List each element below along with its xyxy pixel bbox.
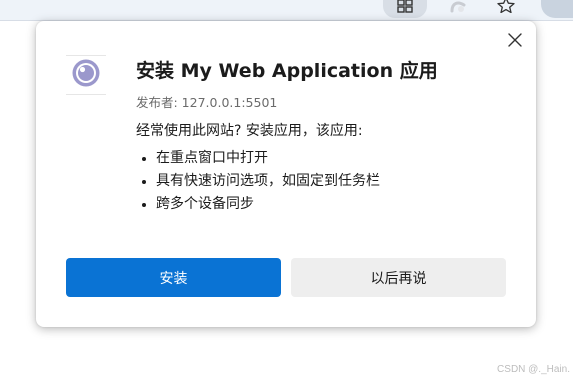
profile-area[interactable] — [541, 0, 573, 18]
bullet-icon — [142, 202, 146, 207]
install-app-dialog: 安装 My Web Application 应用 发布者: 127.0.0.1:… — [36, 21, 536, 327]
not-now-button[interactable]: 以后再说 — [291, 258, 506, 297]
feature-item: 具有快速访问选项，如固定到任务栏 — [142, 170, 380, 193]
feature-item: 跨多个设备同步 — [142, 193, 380, 216]
favorites-button[interactable] — [484, 0, 528, 18]
extension-icon — [449, 0, 467, 17]
close-button[interactable] — [502, 29, 528, 55]
feature-list: 在重点窗口中打开 具有快速访问选项，如固定到任务栏 跨多个设备同步 — [142, 147, 380, 216]
watermark: CSDN @._Hain. — [497, 364, 570, 375]
dialog-description: 经常使用此网站? 安装应用，该应用: — [136, 123, 363, 139]
app-available-button[interactable] — [383, 0, 427, 18]
bullet-icon — [142, 156, 146, 161]
browser-toolbar — [0, 0, 573, 21]
feature-item: 在重点窗口中打开 — [142, 147, 380, 170]
page: 安装 My Web Application 应用 发布者: 127.0.0.1:… — [0, 0, 573, 379]
close-icon — [507, 32, 523, 52]
app-icon-container — [66, 55, 106, 95]
feature-label: 在重点窗口中打开 — [156, 150, 268, 166]
extension-button[interactable] — [436, 0, 480, 18]
bullet-icon — [142, 179, 146, 184]
publisher-text: 发布者: 127.0.0.1:5501 — [136, 95, 278, 110]
app-icon — [71, 58, 101, 92]
install-button[interactable]: 安装 — [66, 258, 281, 297]
favorites-star-icon — [496, 0, 516, 17]
feature-label: 跨多个设备同步 — [156, 196, 254, 212]
apps-icon — [397, 0, 413, 17]
feature-label: 具有快速访问选项，如固定到任务栏 — [156, 173, 380, 189]
dialog-title: 安装 My Web Application 应用 — [136, 60, 438, 82]
